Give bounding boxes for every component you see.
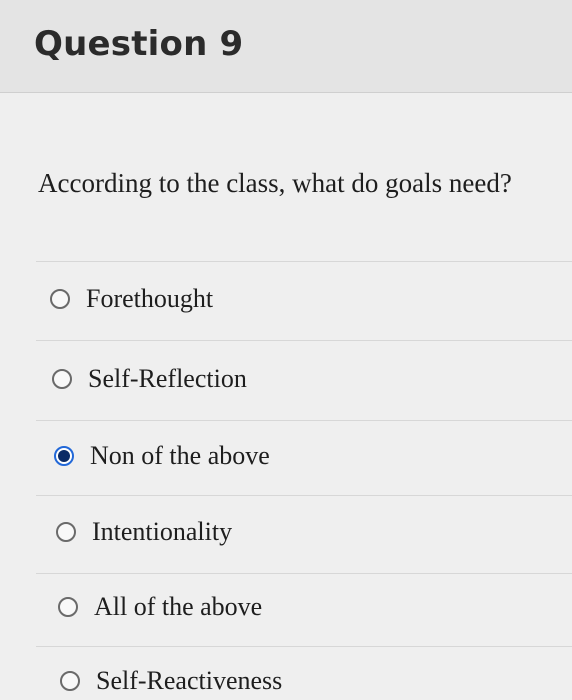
question-header: Question 9	[0, 0, 572, 93]
answer-option-self-reactiveness[interactable]: Self-Reactiveness	[60, 666, 282, 696]
radio-button[interactable]	[56, 522, 76, 542]
divider	[36, 420, 572, 421]
answer-option-label: Intentionality	[92, 517, 233, 546]
divider	[36, 340, 572, 341]
answer-option-self-reflection[interactable]: Self-Reflection	[52, 364, 247, 394]
question-prompt: According to the class, what do goals ne…	[38, 168, 512, 198]
divider	[36, 646, 572, 647]
radio-button-selected[interactable]	[54, 446, 74, 466]
answer-option-label: Non of the above	[90, 441, 270, 470]
answer-option-label: Forethought	[86, 284, 214, 313]
divider	[36, 495, 572, 496]
radio-button[interactable]	[52, 369, 72, 389]
radio-button[interactable]	[50, 289, 70, 309]
answer-option-label: Self-Reflection	[88, 364, 247, 393]
answer-option-non-of-the-above[interactable]: Non of the above	[54, 441, 270, 471]
radio-button[interactable]	[58, 597, 78, 617]
answer-option-label: All of the above	[94, 592, 263, 621]
divider	[36, 261, 572, 262]
divider	[36, 573, 572, 574]
radio-button[interactable]	[60, 671, 80, 691]
answer-option-label: Self-Reactiveness	[96, 666, 283, 695]
answer-option-intentionality[interactable]: Intentionality	[56, 517, 232, 547]
answer-option-all-of-the-above[interactable]: All of the above	[58, 592, 262, 622]
answer-option-forethought[interactable]: Forethought	[50, 284, 213, 314]
question-title: Question 9	[34, 24, 244, 64]
